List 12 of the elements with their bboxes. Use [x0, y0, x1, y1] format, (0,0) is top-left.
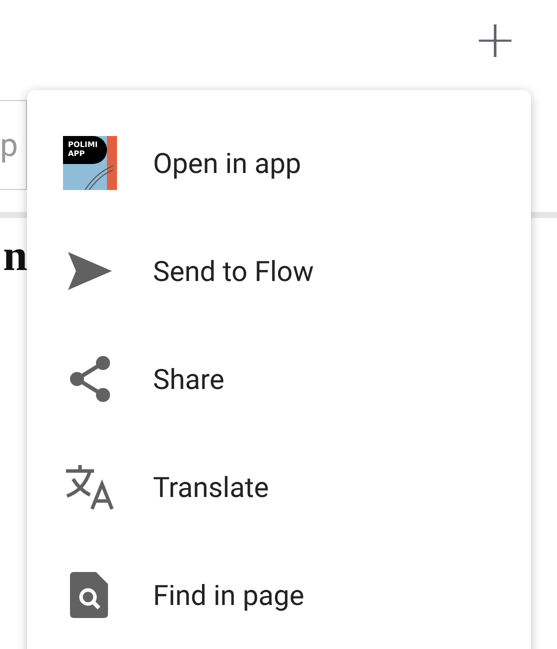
share-icon [69, 356, 111, 402]
app-logo-icon [63, 136, 117, 190]
page-heading: n [3, 232, 28, 280]
menu-item[interactable]: Share [153, 362, 224, 396]
add-button[interactable]: + [473, 14, 517, 66]
menu-item[interactable]: Translate [153, 470, 269, 504]
send-icon [68, 252, 112, 290]
find-in-page-icon [70, 572, 110, 618]
menu-item[interactable]: Open in app [153, 146, 302, 180]
menu-item[interactable]: Find in page [153, 578, 304, 612]
translate-icon [64, 464, 116, 510]
menu-item[interactable]: Send to Flow [153, 254, 314, 288]
